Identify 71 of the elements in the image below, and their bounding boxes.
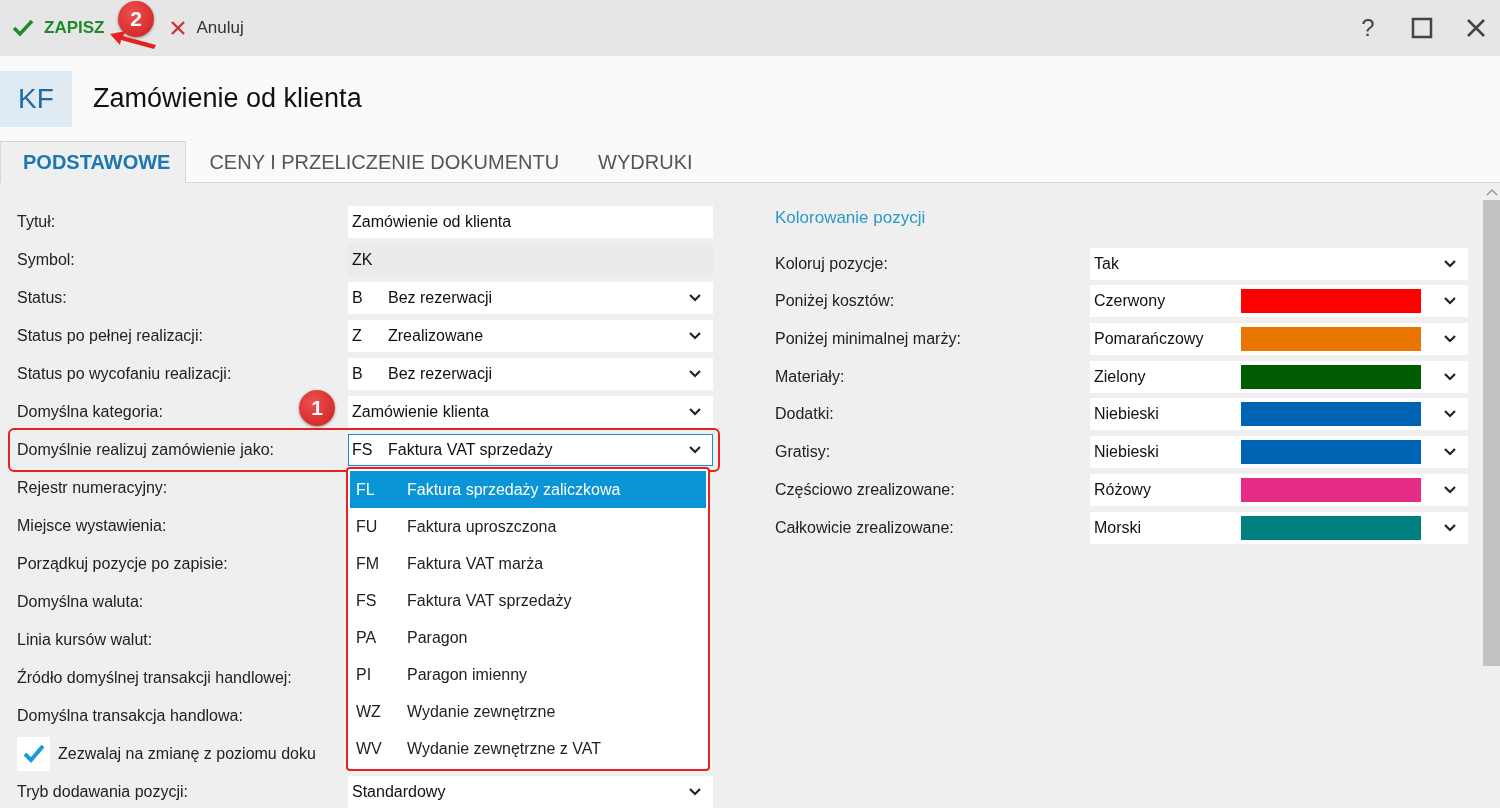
field-label: Symbol:: [17, 251, 75, 269]
field-label: Domyślna kategoria:: [17, 403, 163, 421]
cancel-button[interactable]: Anuluj: [168, 14, 246, 43]
combo-box[interactable]: Morski: [1090, 511, 1468, 544]
chevron-icon: [1443, 409, 1457, 420]
field-label: Źródło domyślnej transakcji handlowej:: [17, 669, 292, 687]
step-marker: 2: [118, 1, 154, 38]
annotation-arrow: [108, 30, 158, 50]
field-label: Poniżej kosztów:: [775, 292, 895, 311]
chevron-icon: [1443, 522, 1457, 533]
chevron-icon: [1443, 334, 1457, 345]
tab[interactable]: WYDRUKI: [575, 141, 709, 183]
section-heading: Kolorowanie pozycji: [775, 208, 927, 229]
scrollbar-thumb[interactable]: [1483, 200, 1500, 666]
field-label: Status po wycofaniu realizacji:: [17, 365, 232, 383]
combo-box[interactable]: Czerwony: [1090, 285, 1468, 318]
document-badge: KF: [0, 70, 72, 127]
field-label: Domyślna waluta:: [17, 593, 144, 611]
window-title: Zamówienie od klienta: [93, 83, 362, 115]
checkbox-label: Zezwalaj na zmianę z poziomu doku: [58, 745, 316, 763]
tab[interactable]: CENY I PRZELICZENIE DOKUMENTU: [186, 141, 576, 183]
help-button[interactable]: ?: [1354, 14, 1382, 43]
combo-box[interactable]: Tak: [1090, 247, 1468, 280]
chevron-icon: [688, 445, 702, 455]
combo-box[interactable]: Różowy: [1090, 473, 1468, 506]
chevron-icon: [688, 293, 702, 303]
combo-box[interactable]: B Bez rezerwacji: [348, 358, 713, 390]
field-label: Domyślna transakcja handlowa:: [17, 707, 243, 725]
combo-box[interactable]: Niebieski: [1090, 398, 1468, 431]
field-label: Dodatki:: [775, 405, 834, 424]
combo-box[interactable]: Standardowy: [348, 776, 713, 808]
chevron-icon: [688, 787, 702, 797]
field-label: Miejsce wystawienia:: [17, 517, 167, 535]
chevron-icon: [688, 369, 702, 379]
chevron-icon: [1443, 258, 1457, 269]
field-label: Status po pełnej realizacji:: [17, 327, 203, 345]
combo-box[interactable]: B Bez rezerwacji: [348, 282, 713, 314]
field-label: Koloruj pozycje:: [775, 254, 888, 273]
chevron-icon: [1443, 484, 1457, 495]
combo-box[interactable]: Pomarańczowy: [1090, 323, 1468, 356]
field-label: Porządkuj pozycje po zapisie:: [17, 555, 228, 573]
field-label: Całkowicie zrealizowane:: [775, 518, 954, 537]
check-icon: [12, 19, 34, 38]
text-field[interactable]: Zamówienie od klienta: [348, 206, 713, 238]
field-label: Rejestr numeracyjny:: [17, 479, 168, 497]
combo-box[interactable]: Zamówienie klienta: [348, 396, 713, 428]
chevron-icon: [688, 331, 702, 341]
close-icon: [170, 20, 187, 37]
combo-box[interactable]: FS Faktura VAT sprzedaży: [348, 434, 713, 466]
field-label: Linia kursów walut:: [17, 631, 153, 649]
combo-box[interactable]: Niebieski: [1090, 436, 1468, 469]
field-label: Materiały:: [775, 367, 845, 386]
field-label: Częściowo zrealizowane:: [775, 480, 955, 499]
field-label: Poniżej minimalnej marży:: [775, 330, 961, 349]
chevron-icon: [1443, 296, 1457, 307]
field-label: Status:: [17, 289, 67, 307]
field-label: Tytuł:: [17, 213, 56, 231]
tab[interactable]: PODSTAWOWE: [0, 141, 187, 183]
field-label: Tryb dodawania pozycji:: [17, 783, 189, 801]
check-icon: [21, 743, 46, 765]
field-label: Gratisy:: [775, 443, 831, 462]
combo-box[interactable]: Zielony: [1090, 360, 1468, 393]
chevron-icon: [1443, 447, 1457, 458]
step-marker: 1: [299, 390, 335, 426]
chevron-icon: [1443, 371, 1457, 382]
checkbox[interactable]: [17, 737, 50, 771]
combo-box[interactable]: Z Zrealizowane: [348, 320, 713, 352]
scroll-up-icon[interactable]: [1485, 188, 1498, 196]
chevron-icon: [688, 407, 702, 417]
readonly-field: ZK: [348, 244, 713, 276]
field-label: Domyślnie realizuj zamówienie jako:: [17, 441, 274, 459]
